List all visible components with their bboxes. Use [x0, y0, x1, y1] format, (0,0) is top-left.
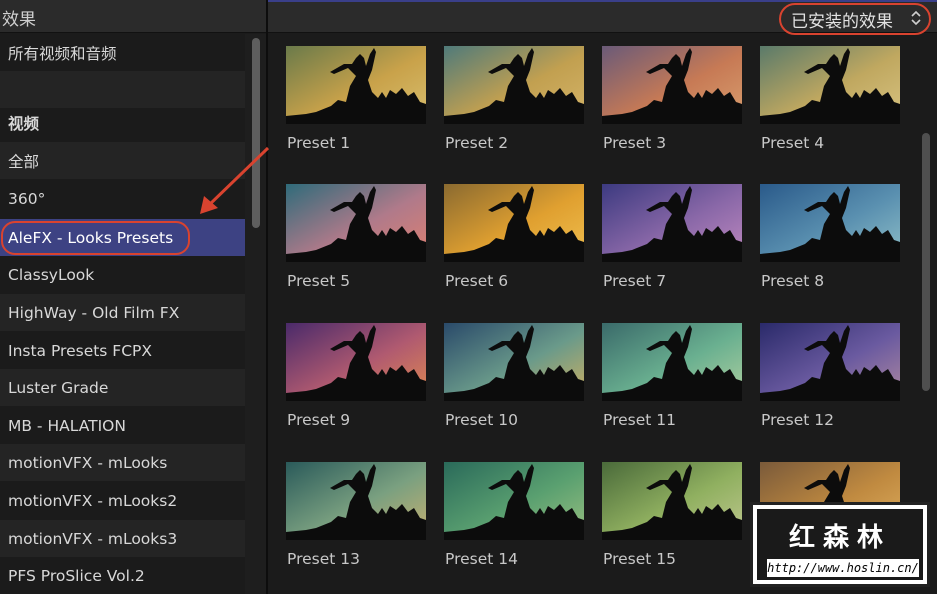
preset-tile[interactable]: Preset 14: [444, 462, 584, 568]
sidebar-item[interactable]: Luster Grade: [0, 369, 245, 406]
sidebar-item-label: PFS ProSlice Vol.2: [8, 566, 145, 585]
preset-label: Preset 13: [287, 550, 360, 568]
preset-tile[interactable]: Preset 10: [444, 323, 584, 429]
preset-tile[interactable]: Preset 7: [602, 184, 742, 290]
sidebar-item-label: motionVFX - mLooks3: [8, 529, 178, 548]
preset-label: Preset 3: [603, 134, 667, 152]
effects-browser-header: 已安装的效果: [268, 0, 937, 35]
preset-label: Preset 14: [445, 550, 518, 568]
preset-thumbnail[interactable]: [602, 184, 742, 262]
sidebar-item-label: ClassyLook: [8, 265, 95, 284]
preset-tile[interactable]: Preset 4: [760, 46, 900, 152]
preset-label: Preset 6: [445, 272, 509, 290]
sidebar-item[interactable]: PFS ProSlice Vol.2: [0, 557, 245, 594]
sidebar-item-label: 360°: [8, 189, 46, 208]
preset-thumbnail[interactable]: [286, 323, 426, 401]
preset-tile[interactable]: Preset 15: [602, 462, 742, 568]
sidebar-item-label: AleFX - Looks Presets: [8, 228, 174, 247]
watermark: 红森林 http://www.hoslin.cn/: [750, 502, 930, 587]
preset-label: Preset 10: [445, 411, 518, 429]
effects-panel-header: 效果: [0, 0, 266, 33]
preset-tile[interactable]: Preset 2: [444, 46, 584, 152]
preset-tile[interactable]: Preset 6: [444, 184, 584, 290]
sidebar-item[interactable]: MB - HALATION: [0, 407, 245, 444]
sidebar-item-label: 视频: [8, 114, 40, 133]
preset-label: Preset 7: [603, 272, 667, 290]
sidebar-item-label: MB - HALATION: [8, 416, 126, 435]
preset-label: Preset 8: [761, 272, 825, 290]
preset-label: Preset 2: [445, 134, 509, 152]
sidebar-item-label: motionVFX - mLooks2: [8, 491, 178, 510]
sidebar-item[interactable]: motionVFX - mLooks3: [0, 520, 245, 557]
preset-tile[interactable]: Preset 3: [602, 46, 742, 152]
preset-tile[interactable]: Preset 5: [286, 184, 426, 290]
preset-label: Preset 1: [287, 134, 351, 152]
preset-label: Preset 9: [287, 411, 351, 429]
preset-tile[interactable]: Preset 1: [286, 46, 426, 152]
preset-tile[interactable]: Preset 12: [760, 323, 900, 429]
preset-label: Preset 12: [761, 411, 834, 429]
sidebar-item-label: 全部: [8, 152, 40, 171]
sidebar-item[interactable]: AleFX - Looks Presets: [0, 219, 245, 256]
sidebar-item[interactable]: motionVFX - mLooks2: [0, 482, 245, 519]
sidebar-item[interactable]: ClassyLook: [0, 256, 245, 293]
preset-label: Preset 5: [287, 272, 351, 290]
effects-category-list: 所有视频和音频 视频全部 360° AleFX - Looks Presets Clas…: [0, 34, 245, 594]
preset-thumbnail[interactable]: [286, 462, 426, 540]
preset-thumbnail[interactable]: [286, 46, 426, 124]
preset-thumbnail[interactable]: [444, 46, 584, 124]
preset-thumbnail[interactable]: [444, 184, 584, 262]
preset-thumbnail[interactable]: [760, 323, 900, 401]
installed-effects-popup[interactable]: 已安装的效果: [779, 3, 931, 35]
preset-thumbnail[interactable]: [602, 323, 742, 401]
preset-thumbnail[interactable]: [286, 184, 426, 262]
preset-label: Preset 4: [761, 134, 825, 152]
panel-title: 效果: [2, 10, 36, 30]
watermark-url: http://www.hoslin.cn/: [767, 559, 919, 577]
preset-label: Preset 15: [603, 550, 676, 568]
preset-label: Preset 11: [603, 411, 676, 429]
sidebar-item-label: Luster Grade: [8, 378, 109, 397]
sidebar-item[interactable]: 所有视频和音频: [0, 34, 245, 71]
installed-effects-label: 已安装的效果: [791, 11, 893, 32]
preset-thumbnail[interactable]: [444, 462, 584, 540]
preset-tile[interactable]: Preset 11: [602, 323, 742, 429]
preset-tile[interactable]: Preset 8: [760, 184, 900, 290]
sidebar-item[interactable]: Insta Presets FCPX: [0, 332, 245, 369]
grid-scrollbar[interactable]: [922, 133, 930, 391]
watermark-title: 红森林: [788, 523, 891, 553]
preset-thumbnail[interactable]: [760, 184, 900, 262]
sidebar-item-label: motionVFX - mLooks: [8, 453, 168, 472]
preset-tile[interactable]: Preset 9: [286, 323, 426, 429]
sidebar-item-label: HighWay - Old Film FX: [8, 303, 180, 322]
annotation-arrow: [200, 146, 270, 214]
updown-chevron-icon: [911, 10, 921, 29]
preset-thumbnail[interactable]: [602, 46, 742, 124]
preset-thumbnail[interactable]: [760, 46, 900, 124]
preset-thumbnail[interactable]: [602, 462, 742, 540]
sidebar-item[interactable]: motionVFX - mLooks: [0, 444, 245, 481]
sidebar-item-label: 所有视频和音频: [8, 44, 117, 63]
sidebar-item[interactable]: 视频: [0, 104, 245, 141]
preset-tile[interactable]: Preset 13: [286, 462, 426, 568]
preset-thumbnail[interactable]: [444, 323, 584, 401]
sidebar-item[interactable]: HighWay - Old Film FX: [0, 294, 245, 331]
sidebar-item-label: Insta Presets FCPX: [8, 341, 153, 360]
sidebar-item: [0, 71, 245, 108]
